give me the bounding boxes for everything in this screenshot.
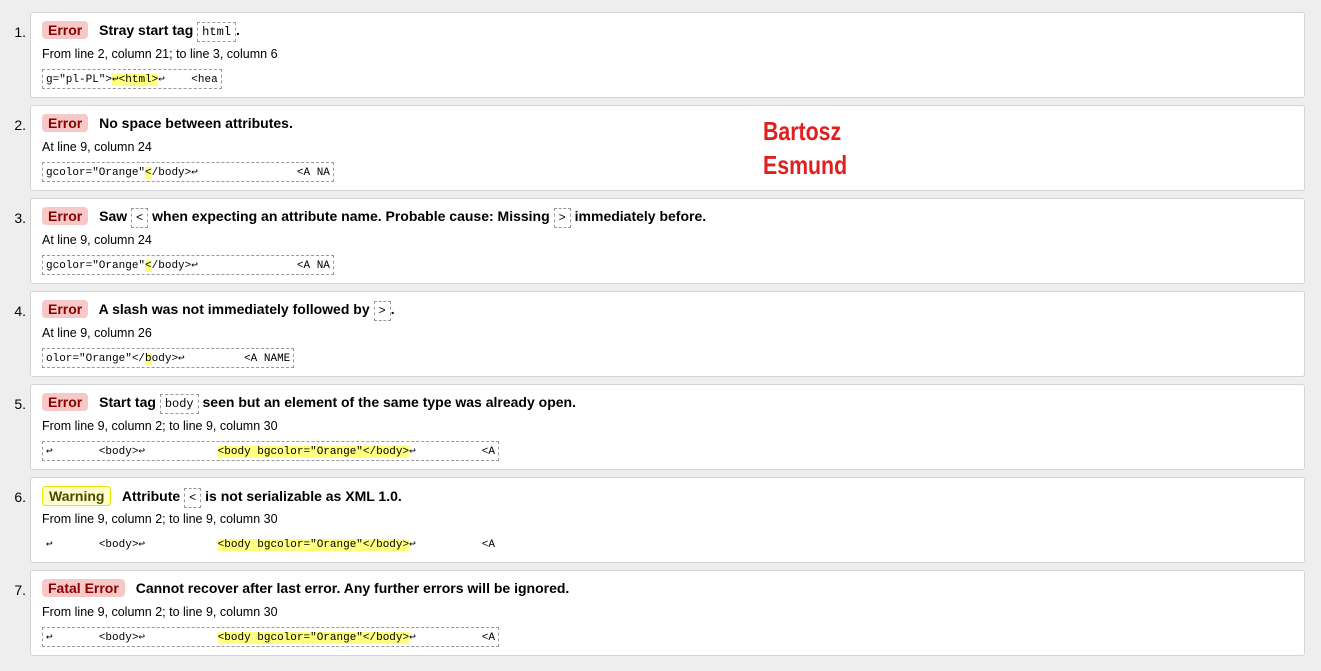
message-box: Error Stray start tag html. From line 2,…: [30, 12, 1305, 98]
error-badge: Error: [42, 114, 89, 132]
message-box: Error Saw < when expecting an attribute …: [30, 198, 1305, 284]
message-number: 2.: [14, 117, 26, 133]
extract-text: ↩ <A: [409, 539, 495, 551]
message-text: is not serializable as XML 1.0.: [205, 488, 402, 504]
error-badge: Error: [42, 207, 89, 225]
source-extract: g="pl-PL">↩<html>↩ <hea: [42, 69, 222, 89]
message-location: From line 2, column 21; to line 3, colum…: [42, 47, 278, 61]
message-heading: Error A slash was not immediately follow…: [42, 300, 395, 321]
source-extract: gcolor="Orange"</body>↩ <A NA: [42, 162, 334, 182]
code-token: >: [553, 208, 571, 228]
message-text: .: [235, 22, 240, 38]
message-heading: Error Stray start tag html.: [42, 21, 240, 42]
message-box: Fatal Error Cannot recover after last er…: [30, 570, 1305, 656]
list-item: 4. Error A slash was not immediately fol…: [0, 291, 1321, 377]
message-text: when expecting an attribute name. Probab…: [152, 208, 550, 224]
extract-highlight: b: [145, 353, 152, 365]
extract-text: ↩ <body>↩: [46, 446, 218, 458]
extract-text: g="pl-PL">: [46, 74, 113, 86]
message-text: A slash was not immediately followed by: [98, 301, 370, 317]
error-badge: Error: [42, 393, 89, 411]
message-box: Warning Attribute < is not serializable …: [30, 477, 1305, 563]
source-extract: olor="Orange"</body>↩ <A NAME: [42, 348, 295, 368]
extract-text: ody>↩ <A NAME: [151, 353, 291, 365]
message-box: Error A slash was not immediately follow…: [30, 291, 1305, 377]
message-location: At line 9, column 24: [42, 140, 152, 154]
code-token: >: [373, 301, 391, 321]
extract-text: ↩ <A: [409, 446, 495, 458]
source-extract: ↩ <body>↩ <body bgcolor="Orange"</body>↩…: [42, 627, 499, 647]
list-item: 2. Error No space between attributes. At…: [0, 105, 1321, 191]
code-token: html: [197, 22, 236, 42]
message-text: Start tag: [99, 394, 156, 410]
list-item: 6. Warning Attribute < is not serializab…: [0, 477, 1321, 563]
code-token: body: [159, 394, 199, 414]
list-item: 1. Error Stray start tag html. From line…: [0, 12, 1321, 98]
extract-highlight: <body bgcolor="Orange"</body>: [217, 632, 410, 644]
message-location: From line 9, column 2; to line 9, column…: [42, 512, 278, 526]
extract-text: olor="Orange"</: [46, 353, 146, 365]
source-extract: ↩ <body>↩ <body bgcolor="Orange"</body>↩…: [42, 441, 499, 461]
message-text: No space between attributes.: [99, 115, 293, 131]
message-text: immediately before.: [574, 208, 707, 224]
message-number: 5.: [14, 396, 26, 412]
message-heading: Error Saw < when expecting an attribute …: [42, 207, 707, 228]
code-token: <: [131, 208, 149, 228]
extract-highlight: <body bgcolor="Orange"</body>: [217, 539, 410, 551]
extract-highlight: <: [145, 260, 152, 272]
message-location: From line 9, column 2; to line 9, column…: [42, 419, 278, 433]
message-location: At line 9, column 26: [42, 326, 152, 340]
extract-text: gcolor="Orange": [46, 260, 146, 272]
signature-line: Esmund: [763, 150, 848, 180]
error-badge: Error: [42, 300, 89, 318]
message-text: Attribute: [121, 488, 181, 504]
message-number: 6.: [14, 489, 26, 505]
message-list: 1. Error Stray start tag html. From line…: [0, 12, 1321, 663]
message-number: 1.: [14, 24, 26, 40]
extract-text: ↩ <body>↩: [46, 539, 218, 551]
message-text: Saw: [99, 208, 128, 224]
list-item: 3. Error Saw < when expecting an attribu…: [0, 198, 1321, 284]
message-box: Error Start tag body seen but an element…: [30, 384, 1305, 470]
message-text: Cannot recover after last error. Any fur…: [135, 580, 570, 596]
source-extract: ↩ <body>↩ <body bgcolor="Orange"</body>↩…: [42, 534, 499, 554]
message-heading: Error No space between attributes.: [42, 114, 293, 132]
fatal-error-badge: Fatal Error: [42, 579, 125, 597]
warning-badge: Warning: [42, 486, 112, 506]
signature-watermark: Bartosz Esmund: [763, 114, 847, 182]
extract-highlight: <: [145, 167, 152, 179]
message-text: seen but an element of the same type was…: [202, 394, 576, 410]
extract-text: gcolor="Orange": [46, 167, 146, 179]
signature-line: Bartosz: [763, 116, 842, 146]
message-text: .: [390, 301, 395, 317]
extract-text: ↩ <A: [409, 632, 495, 644]
source-extract: gcolor="Orange"</body>↩ <A NA: [42, 255, 334, 275]
message-heading: Warning Attribute < is not serializable …: [42, 486, 402, 508]
extract-highlight: ↩<html>: [112, 74, 159, 86]
error-badge: Error: [42, 21, 89, 39]
list-item: 5. Error Start tag body seen but an elem…: [0, 384, 1321, 470]
message-heading: Error Start tag body seen but an element…: [42, 393, 576, 414]
extract-text: /body>↩ <A NA: [151, 167, 330, 179]
message-heading: Fatal Error Cannot recover after last er…: [42, 579, 569, 597]
extract-text: ↩ <hea: [158, 74, 218, 86]
code-token: <: [184, 488, 202, 508]
message-number: 3.: [14, 210, 26, 226]
message-location: From line 9, column 2; to line 9, column…: [42, 605, 278, 619]
message-number: 7.: [14, 582, 26, 598]
message-box: Error No space between attributes. At li…: [30, 105, 1305, 191]
list-item: 7. Fatal Error Cannot recover after last…: [0, 570, 1321, 656]
message-number: 4.: [14, 303, 26, 319]
extract-text: /body>↩ <A NA: [151, 260, 330, 272]
message-text: Stray start tag: [99, 22, 194, 38]
message-location: At line 9, column 24: [42, 233, 152, 247]
extract-text: ↩ <body>↩: [46, 632, 218, 644]
extract-highlight: <body bgcolor="Orange"</body>: [217, 446, 410, 458]
